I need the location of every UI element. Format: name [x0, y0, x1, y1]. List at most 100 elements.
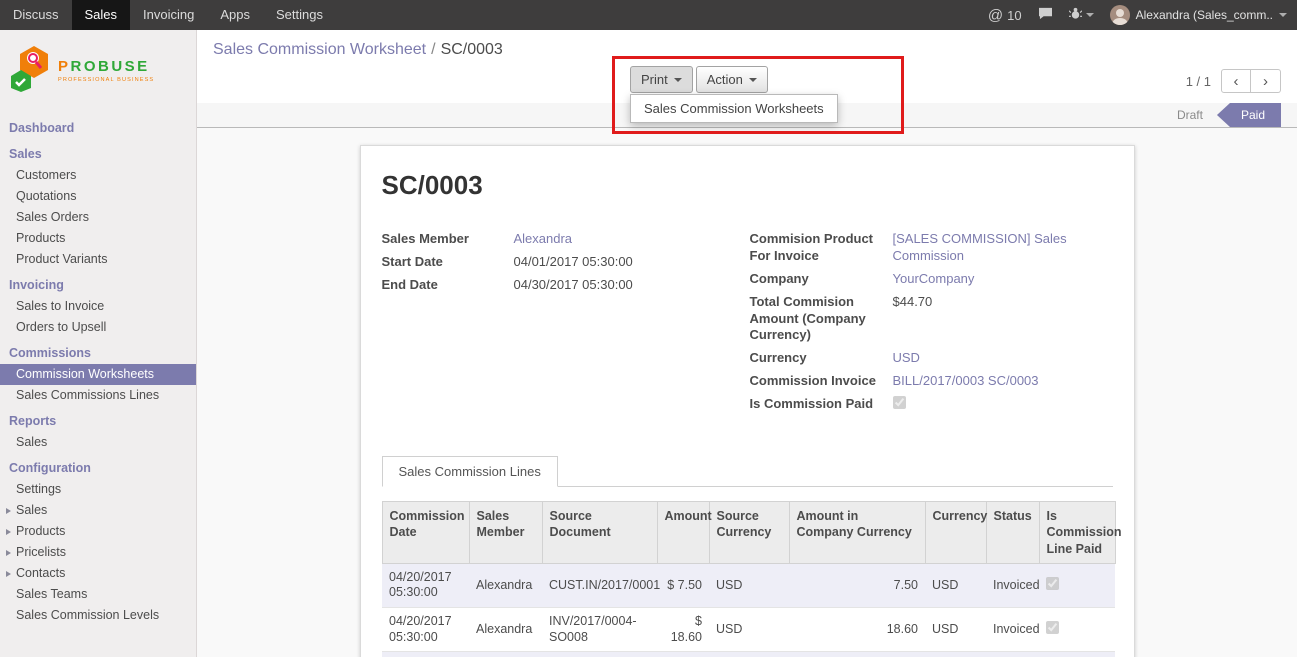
- chevron-down-icon: [1086, 13, 1094, 17]
- probuse-logo[interactable]: PROBUSE PROFESSIONAL BUSINESS: [0, 30, 196, 113]
- pager: 1 / 1 ‹ ›: [1186, 69, 1281, 93]
- line-paid-checkbox[interactable]: [1046, 577, 1059, 590]
- expand-arrow-icon: [6, 508, 11, 514]
- sidebar-item-quotations[interactable]: Quotations: [0, 186, 196, 207]
- sidebar-item-label: Products: [16, 521, 65, 542]
- pager-next-button[interactable]: ›: [1251, 69, 1281, 93]
- pager-previous-button[interactable]: ‹: [1221, 69, 1251, 93]
- breadcrumb-parent-link[interactable]: Sales Commission Worksheet: [213, 41, 426, 58]
- column-header-status[interactable]: Status: [986, 502, 1039, 564]
- field-label-end-date: End Date: [382, 277, 514, 294]
- sidebar-item-label: Sales: [16, 500, 47, 521]
- status-draft[interactable]: Draft: [1163, 103, 1217, 127]
- column-header-is-commission-line-paid[interactable]: Is Commission Line Paid: [1039, 502, 1115, 564]
- column-header-sales-member[interactable]: Sales Member: [469, 502, 542, 564]
- sidebar-item-config-products[interactable]: Products: [0, 521, 196, 542]
- column-header-amount-company-currency[interactable]: Amount in Company Currency: [789, 502, 925, 564]
- field-value-sales-member[interactable]: Alexandra: [514, 231, 750, 248]
- table-row[interactable]: 04/20/2017 05:30:00 Alexandra CUST.IN/20…: [382, 563, 1115, 607]
- messages-button[interactable]: [1038, 7, 1053, 23]
- field-label-sales-member: Sales Member: [382, 231, 514, 248]
- field-group-right: Commision Product For Invoice [SALES COM…: [750, 231, 1113, 420]
- sidebar-item-commission-worksheets[interactable]: Commission Worksheets: [0, 364, 196, 385]
- column-header-currency[interactable]: Currency: [925, 502, 986, 564]
- sidebar-item-dashboard[interactable]: Dashboard: [0, 118, 196, 139]
- field-value-currency[interactable]: USD: [893, 350, 1113, 367]
- column-header-source-currency[interactable]: Source Currency: [709, 502, 789, 564]
- table-row[interactable]: 04/20/2017 10:35:53 Alexandra SO008 $ 18…: [382, 652, 1115, 657]
- cell-company-amount: 7.50: [789, 563, 925, 607]
- pager-buttons: ‹ ›: [1221, 69, 1281, 93]
- menu-apps[interactable]: Apps: [207, 0, 263, 30]
- cell-source-document: INV/2017/0004-SO008: [542, 608, 657, 652]
- cell-status: Invoiced: [986, 608, 1039, 652]
- field-value-commission-product[interactable]: [SALES COMMISSION] Sales Commission: [893, 231, 1113, 265]
- dropdown-item-sales-commission-worksheets[interactable]: Sales Commission Worksheets: [631, 95, 837, 122]
- mention-count: 10: [1007, 8, 1021, 23]
- pager-value: 1 / 1: [1186, 74, 1211, 89]
- cell-status: Invoiced: [986, 652, 1039, 657]
- sidebar-item-config-sales[interactable]: Sales: [0, 500, 196, 521]
- field-value-total-commission: $44.70: [893, 294, 1113, 311]
- cell-sales-member: Alexandra: [469, 563, 542, 607]
- column-header-commission-date[interactable]: Commission Date: [382, 502, 469, 564]
- field-label-commission-product: Commision Product For Invoice: [750, 231, 893, 265]
- print-button[interactable]: Print: [630, 66, 693, 93]
- field-value-company[interactable]: YourCompany: [893, 271, 1113, 288]
- line-paid-checkbox[interactable]: [1046, 621, 1059, 634]
- logo-title: PROBUSE: [58, 58, 154, 75]
- menu-invoicing[interactable]: Invoicing: [130, 0, 207, 30]
- column-header-source-document[interactable]: Source Document: [542, 502, 657, 564]
- sidebar-item-products[interactable]: Products: [0, 228, 196, 249]
- sidebar-item-orders-to-upsell[interactable]: Orders to Upsell: [0, 317, 196, 338]
- cell-commission-date: 04/20/2017 05:30:00: [382, 608, 469, 652]
- field-groups: Sales Member Alexandra Start Date 04/01/…: [382, 231, 1113, 420]
- field-value-end-date: 04/30/2017 05:30:00: [514, 277, 750, 294]
- field-label-currency: Currency: [750, 350, 893, 367]
- sidebar-item-sales-commissions-lines[interactable]: Sales Commissions Lines: [0, 385, 196, 406]
- sidebar-item-config-pricelists[interactable]: Pricelists: [0, 542, 196, 563]
- sidebar-item-sales-to-invoice[interactable]: Sales to Invoice: [0, 296, 196, 317]
- menu-settings[interactable]: Settings: [263, 0, 336, 30]
- sidebar-item-config-contacts[interactable]: Contacts: [0, 563, 196, 584]
- cell-company-amount: 18.60: [789, 652, 925, 657]
- sidebar-item-sales-teams[interactable]: Sales Teams: [0, 584, 196, 605]
- table-row[interactable]: 04/20/2017 05:30:00 Alexandra INV/2017/0…: [382, 608, 1115, 652]
- sidebar-header-configuration[interactable]: Configuration: [0, 458, 196, 479]
- cell-line-paid: [1039, 563, 1115, 607]
- record-title: SC/0003: [382, 170, 1113, 201]
- sidebar-item-customers[interactable]: Customers: [0, 165, 196, 186]
- field-label-start-date: Start Date: [382, 254, 514, 271]
- user-name: Alexandra (Sales_comm..: [1136, 8, 1273, 22]
- tab-sales-commission-lines[interactable]: Sales Commission Lines: [382, 456, 558, 487]
- sidebar-item-sales-orders[interactable]: Sales Orders: [0, 207, 196, 228]
- sidebar-header-commissions[interactable]: Commissions: [0, 343, 196, 364]
- tab-bar: Sales Commission Lines: [382, 456, 1113, 487]
- status-paid[interactable]: Paid: [1217, 103, 1281, 127]
- sidebar-header-invoicing[interactable]: Invoicing: [0, 275, 196, 296]
- table-header-row: Commission Date Sales Member Source Docu…: [382, 502, 1115, 564]
- breadcrumb-separator: /: [431, 41, 435, 58]
- sidebar-item-settings[interactable]: Settings: [0, 479, 196, 500]
- column-header-amount[interactable]: Amount: [657, 502, 709, 564]
- expand-arrow-icon: [6, 550, 11, 556]
- sidebar-item-sales-commission-levels[interactable]: Sales Commission Levels: [0, 605, 196, 626]
- cell-amount: $ 7.50: [657, 563, 709, 607]
- cell-amount: $ 18.60: [657, 652, 709, 657]
- field-value-commission-invoice[interactable]: BILL/2017/0003 SC/0003: [893, 373, 1113, 390]
- user-menu[interactable]: Alexandra (Sales_comm..: [1110, 5, 1287, 25]
- sidebar-header-sales[interactable]: Sales: [0, 144, 196, 165]
- cell-status: Invoiced: [986, 563, 1039, 607]
- sidebar-item-reports-sales[interactable]: Sales: [0, 432, 196, 453]
- debug-menu-button[interactable]: [1069, 7, 1094, 23]
- mentions-button[interactable]: @ 10: [988, 7, 1022, 24]
- sidebar-item-product-variants[interactable]: Product Variants: [0, 249, 196, 270]
- menu-discuss[interactable]: Discuss: [0, 0, 72, 30]
- cell-currency: USD: [925, 563, 986, 607]
- action-button[interactable]: Action: [696, 66, 768, 93]
- field-label-is-commission-paid: Is Commission Paid: [750, 396, 893, 413]
- is-commission-paid-checkbox[interactable]: [893, 396, 906, 409]
- field-value-start-date: 04/01/2017 05:30:00: [514, 254, 750, 271]
- menu-sales[interactable]: Sales: [72, 0, 131, 30]
- sidebar-header-reports[interactable]: Reports: [0, 411, 196, 432]
